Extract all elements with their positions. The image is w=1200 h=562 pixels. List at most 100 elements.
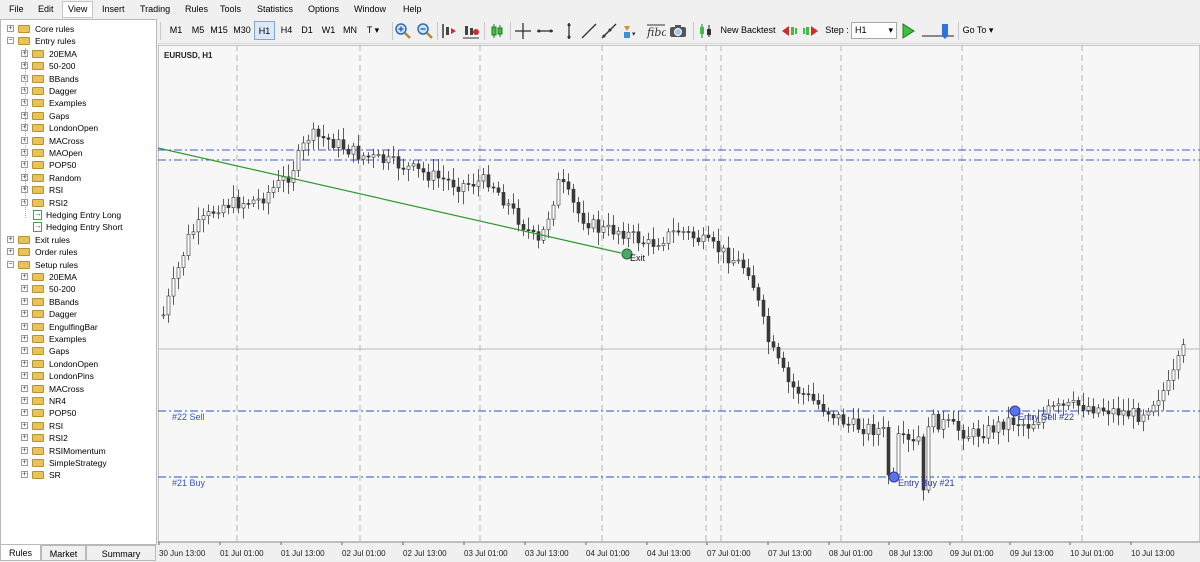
tree-item-order-rules[interactable]: + Order rules — [1, 246, 156, 258]
collapse-icon[interactable]: − — [7, 37, 14, 45]
tree-item-sr[interactable]: + SR — [1, 469, 156, 481]
ray-icon[interactable] — [600, 22, 618, 40]
tree-item-setup-rules[interactable]: − Setup rules — [1, 259, 156, 271]
timeframe-m1-button[interactable]: M1 — [166, 21, 186, 40]
tree-item-entry-rules[interactable]: − Entry rules — [1, 35, 156, 47]
expand-icon[interactable]: + — [7, 248, 14, 256]
tree-item-rsi[interactable]: + RSI — [1, 420, 156, 432]
candle — [546, 218, 551, 230]
new-backtest-icon[interactable] — [697, 22, 715, 40]
fibonacci-icon[interactable]: fibo — [646, 22, 666, 40]
tab-market[interactable]: Market — [41, 545, 86, 561]
zoom-in-icon[interactable] — [394, 22, 412, 40]
exit-label: Exit — [630, 253, 646, 263]
tree-item-macross[interactable]: + MACross — [1, 383, 156, 395]
candle — [1131, 408, 1136, 417]
timeframe-m15-button[interactable]: M15 — [208, 21, 230, 40]
horizontal-line-icon[interactable] — [536, 22, 554, 40]
timeframe-m30-button[interactable]: M30 — [231, 21, 253, 40]
chart-shift-icon[interactable] — [440, 22, 458, 40]
tree-item-exit-rules[interactable]: + Exit rules — [1, 234, 156, 246]
rule-icon — [33, 220, 42, 233]
step-select[interactable]: H1 ▾ — [851, 22, 897, 39]
expand-icon[interactable]: + — [21, 335, 28, 342]
timeframe-m5-button[interactable]: M5 — [188, 21, 208, 40]
speed-slider[interactable] — [920, 22, 956, 40]
menu-edit[interactable]: Edit — [33, 2, 59, 17]
vertical-line-icon[interactable] — [560, 22, 578, 40]
expand-icon[interactable]: + — [21, 285, 28, 293]
collapse-icon[interactable]: − — [7, 260, 14, 268]
shapes-icon[interactable]: ▾ — [622, 22, 640, 40]
expand-icon[interactable]: + — [21, 322, 28, 330]
menu-tools[interactable]: Tools — [215, 2, 246, 17]
price-chart[interactable]: 30 Jun 13:00 01 Jul 01:00 01 Jul 13:00 02 J… — [158, 45, 1200, 562]
candlestick-icon[interactable] — [488, 22, 506, 40]
tree-item-hedging-entry-short[interactable]: Hedging Entry Short — [1, 220, 156, 233]
tree-item-gaps[interactable]: + Gaps — [1, 345, 156, 357]
menu-trading[interactable]: Trading — [135, 2, 175, 17]
expand-icon[interactable]: + — [7, 25, 14, 32]
expand-icon[interactable]: + — [21, 372, 28, 380]
timeframe-mn-button[interactable]: MN — [340, 21, 360, 40]
zoom-out-icon[interactable] — [416, 22, 434, 40]
tree-item-50-200[interactable]: +50-200 — [1, 283, 156, 295]
expand-icon[interactable]: + — [21, 459, 28, 466]
menu-options[interactable]: Options — [303, 2, 344, 17]
menu-window[interactable]: Window — [349, 2, 391, 17]
expand-icon[interactable]: + — [21, 297, 28, 305]
expand-icon[interactable]: + — [21, 347, 28, 355]
tree-item-dagger[interactable]: + Dagger — [1, 308, 156, 320]
tree-item-rsi2[interactable]: + RSI2 — [1, 432, 156, 444]
expand-icon[interactable]: + — [21, 446, 28, 454]
goto-button[interactable]: Go To ▾ — [960, 21, 996, 40]
menu-statistics[interactable]: Statistics — [252, 2, 298, 17]
timeframe-h4-button[interactable]: H4 — [276, 21, 297, 40]
tree-item-core-rules[interactable]: + Core rules — [1, 23, 156, 35]
tree-item-examples[interactable]: + Examples — [1, 333, 156, 345]
candle — [236, 197, 241, 209]
step-forward-icon[interactable] — [802, 22, 820, 40]
timeframe-w1-button[interactable]: W1 — [318, 21, 339, 40]
menu-file[interactable]: File — [4, 2, 29, 17]
timeframe-t-button[interactable]: T ▾ — [362, 21, 384, 40]
timeframe-h1-button[interactable]: H1 — [254, 21, 275, 40]
expand-icon[interactable]: + — [21, 409, 28, 417]
menu-insert[interactable]: Insert — [97, 2, 130, 17]
expand-icon[interactable]: + — [21, 397, 28, 404]
tree-item-londonopen[interactable]: + LondonOpen — [1, 358, 156, 370]
tab-summary[interactable]: Summary — [86, 545, 156, 561]
expand-icon[interactable]: + — [21, 421, 28, 429]
tree-item-bbands[interactable]: + BBands — [1, 296, 156, 308]
tab-rules[interactable]: Rules — [0, 545, 41, 561]
expand-icon[interactable]: + — [21, 471, 28, 479]
trendline-icon[interactable] — [580, 22, 598, 40]
candle — [1111, 408, 1116, 415]
autoscroll-icon[interactable] — [462, 22, 480, 40]
tree-item-nr4[interactable]: + NR4 — [1, 395, 156, 407]
expand-icon[interactable]: + — [21, 384, 28, 392]
tree-item-20ema[interactable]: +20EMA — [1, 271, 156, 283]
menu-help[interactable]: Help — [398, 2, 427, 17]
step-back-icon[interactable] — [780, 22, 798, 40]
menu-view[interactable]: View — [62, 1, 94, 18]
menu-rules[interactable]: Rules — [180, 2, 213, 17]
tree-item-engulfingbar[interactable]: + EngulfingBar — [1, 321, 156, 333]
tree-item-simplestrategy[interactable]: + SimpleStrategy — [1, 457, 156, 469]
tree-item-pop50[interactable]: + POP50 — [1, 407, 156, 419]
timeframe-d1-button[interactable]: D1 — [298, 21, 316, 40]
tree-item-rsimomentum[interactable]: + RSIMomentum — [1, 445, 156, 457]
tree-item-londonpins[interactable]: + LondonPins — [1, 370, 156, 382]
new-backtest-button[interactable]: New Backtest — [718, 21, 778, 40]
expand-icon[interactable]: + — [21, 434, 28, 442]
expand-icon[interactable]: + — [7, 235, 14, 243]
candle — [301, 142, 306, 151]
play-icon[interactable] — [899, 22, 917, 40]
x-axis-tick-label: 07 Jul 13:00 — [768, 549, 812, 558]
screenshot-icon[interactable] — [669, 22, 687, 40]
crosshair-icon[interactable] — [514, 22, 532, 40]
candle — [311, 128, 316, 141]
expand-icon[interactable]: + — [21, 359, 28, 367]
expand-icon[interactable]: + — [21, 310, 28, 318]
expand-icon[interactable]: + — [21, 273, 28, 280]
